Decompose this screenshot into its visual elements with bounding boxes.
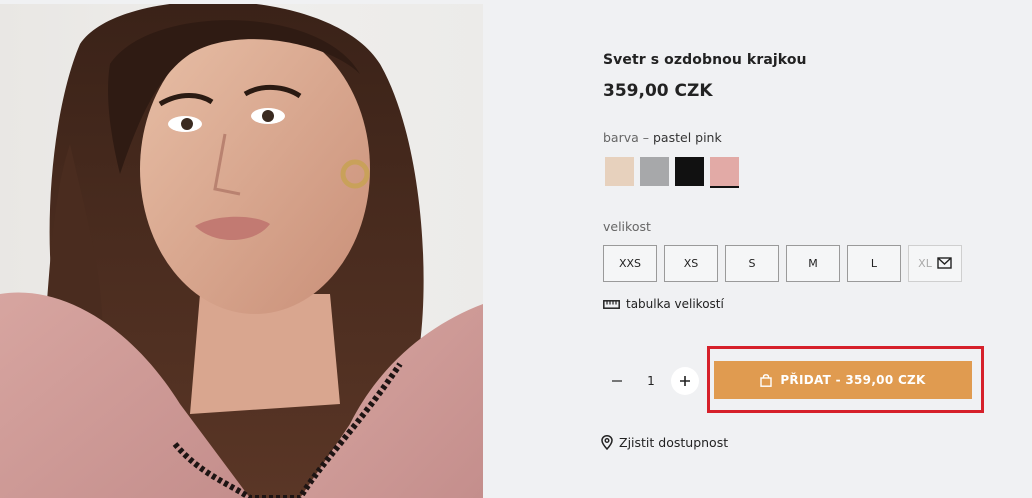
check-availability-label: Zjistit dostupnost — [619, 435, 729, 450]
product-page: Svetr s ozdobnou krajkou 359,00 CZK barv… — [0, 0, 1032, 498]
size-table-label: tabulka velikostí — [626, 297, 724, 311]
color-separator: – — [638, 130, 653, 145]
size-option-s[interactable]: S — [725, 245, 779, 282]
quantity-decrease-button[interactable] — [603, 367, 631, 395]
color-swatch-pastel-pink[interactable] — [710, 157, 739, 188]
size-option-l[interactable]: L — [847, 245, 901, 282]
size-table-link[interactable]: tabulka velikostí — [603, 297, 724, 311]
color-label: barva – pastel pink — [603, 130, 722, 145]
shopping-bag-icon — [760, 373, 773, 387]
location-pin-icon — [601, 435, 613, 450]
minus-icon — [612, 380, 622, 382]
size-option-xl-label: XL — [918, 257, 932, 270]
product-price: 359,00 CZK — [603, 81, 713, 101]
size-option-xl[interactable]: XL — [908, 245, 962, 282]
size-label: velikost — [603, 219, 651, 234]
quantity-value: 1 — [647, 374, 655, 388]
product-photo — [0, 4, 483, 498]
color-swatch-grey[interactable] — [640, 157, 669, 186]
plus-icon — [680, 376, 690, 386]
color-swatch-beige[interactable] — [605, 157, 634, 186]
size-option-xs[interactable]: XS — [664, 245, 718, 282]
envelope-icon — [937, 256, 952, 269]
ruler-icon — [603, 299, 620, 309]
size-option-xxs[interactable]: XXS — [603, 245, 657, 282]
selected-color-name: pastel pink — [653, 130, 722, 145]
color-label-text: barva — [603, 130, 639, 145]
size-option-m[interactable]: M — [786, 245, 840, 282]
add-to-cart-button[interactable]: PŘIDAT - 359,00 CZK — [714, 361, 972, 399]
quantity-stepper: 1 — [603, 367, 699, 395]
check-availability-link[interactable]: Zjistit dostupnost — [601, 435, 728, 450]
quantity-increase-button[interactable] — [671, 367, 699, 395]
add-to-cart-label: PŘIDAT - 359,00 CZK — [780, 373, 926, 387]
color-swatches — [605, 157, 739, 188]
size-options: XXS XS S M L XL — [603, 245, 962, 282]
color-swatch-black[interactable] — [675, 157, 704, 186]
product-title: Svetr s ozdobnou krajkou — [603, 52, 807, 68]
